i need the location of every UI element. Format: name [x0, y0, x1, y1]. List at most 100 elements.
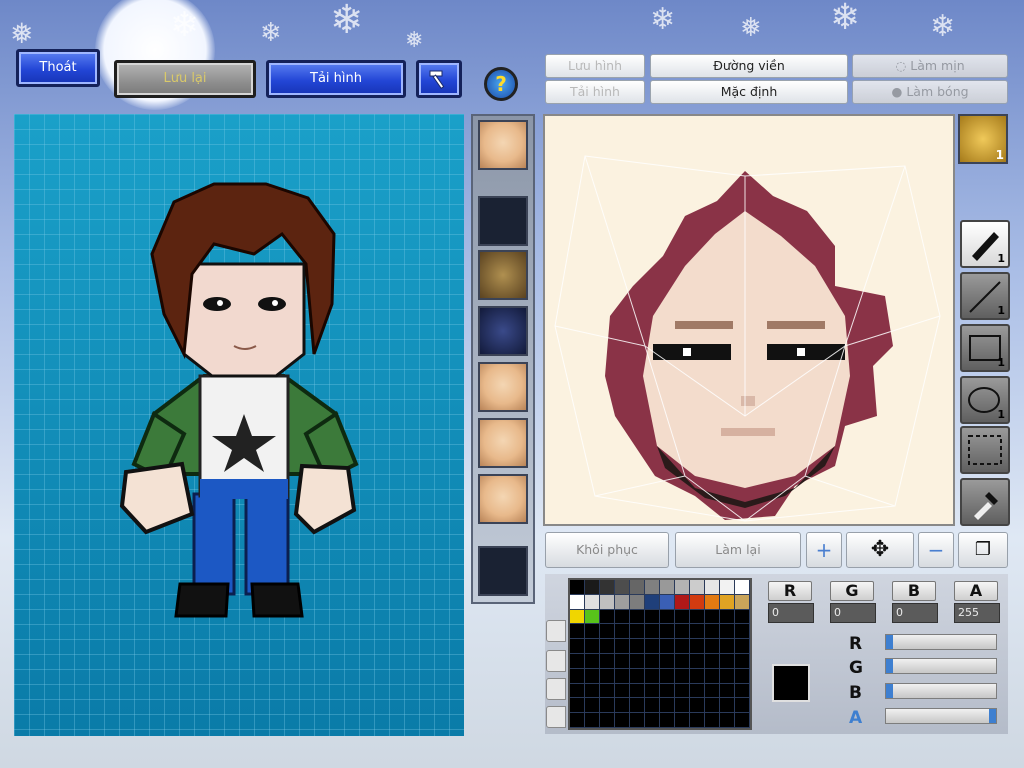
palette-swatch[interactable]	[690, 713, 705, 728]
palette-swatch[interactable]	[645, 594, 660, 610]
palette-swatch[interactable]	[585, 654, 600, 669]
restore-button[interactable]: Khôi phục	[545, 532, 669, 568]
tab-outline[interactable]: Đường viền	[650, 54, 848, 78]
eyedropper-tool[interactable]	[960, 478, 1010, 526]
tab-load-image[interactable]: Tải hình	[545, 80, 645, 104]
palette-swatch[interactable]	[585, 668, 600, 684]
palette-swatch[interactable]	[600, 654, 615, 669]
tab-default[interactable]: Mặc định	[650, 80, 848, 104]
palette-swatch[interactable]	[645, 698, 660, 714]
palette-swatch[interactable]	[630, 668, 645, 684]
palette-swatch[interactable]	[585, 639, 600, 654]
a-slider-thumb[interactable]	[989, 709, 996, 723]
palette-swatch[interactable]	[645, 713, 660, 728]
slot-face-1[interactable]	[478, 120, 528, 170]
palette-side-tab[interactable]	[546, 678, 566, 700]
palette-swatch[interactable]	[720, 713, 735, 728]
palette-swatch[interactable]	[570, 654, 585, 669]
palette-swatch[interactable]	[615, 668, 630, 684]
palette-swatch[interactable]	[630, 654, 645, 669]
slot-face-2[interactable]	[478, 362, 528, 412]
palette-swatch[interactable]	[705, 624, 720, 640]
palette-swatch[interactable]	[660, 580, 675, 595]
palette-swatch[interactable]	[660, 594, 675, 610]
slot-empty-2[interactable]	[478, 546, 528, 596]
palette-swatch[interactable]	[675, 580, 690, 595]
r-slider-thumb[interactable]	[886, 635, 893, 649]
palette-swatch[interactable]	[615, 698, 630, 714]
help-icon[interactable]: ?	[484, 67, 518, 101]
palette-swatch[interactable]	[645, 683, 660, 699]
pen-tool[interactable]: 1	[960, 220, 1010, 268]
palette-swatch[interactable]	[570, 668, 585, 684]
shade-button[interactable]: ● Làm bóng	[852, 80, 1008, 104]
palette-swatch[interactable]	[570, 683, 585, 699]
palette-swatch[interactable]	[585, 624, 600, 640]
palette-swatch[interactable]	[585, 713, 600, 728]
palette-swatch[interactable]	[570, 609, 585, 625]
palette-swatch[interactable]	[630, 624, 645, 640]
palette-swatch[interactable]	[630, 609, 645, 625]
palette-swatch[interactable]	[720, 683, 735, 699]
palette-swatch[interactable]	[720, 580, 735, 595]
palette-swatch[interactable]	[645, 639, 660, 654]
color-palette-grid[interactable]	[568, 578, 752, 730]
palette-swatch[interactable]	[660, 639, 675, 654]
palette-swatch[interactable]	[600, 580, 615, 595]
palette-swatch[interactable]	[675, 594, 690, 610]
palette-swatch[interactable]	[735, 698, 750, 714]
palette-swatch[interactable]	[690, 683, 705, 699]
palette-swatch[interactable]	[570, 594, 585, 610]
palette-swatch[interactable]	[660, 668, 675, 684]
g-value-field[interactable]: 0	[830, 603, 876, 623]
palette-swatch[interactable]	[600, 698, 615, 714]
palette-side-tab[interactable]	[546, 650, 566, 672]
palette-swatch[interactable]	[705, 713, 720, 728]
palette-swatch[interactable]	[675, 683, 690, 699]
palette-swatch[interactable]	[735, 668, 750, 684]
palette-swatch[interactable]	[705, 609, 720, 625]
palette-swatch[interactable]	[570, 624, 585, 640]
slot-face-3[interactable]	[478, 418, 528, 468]
zoom-out-button[interactable]: −	[918, 532, 954, 568]
palette-swatch[interactable]	[735, 713, 750, 728]
palette-swatch[interactable]	[735, 609, 750, 625]
palette-swatch[interactable]	[630, 713, 645, 728]
palette-swatch[interactable]	[630, 639, 645, 654]
palette-swatch[interactable]	[630, 698, 645, 714]
palette-swatch[interactable]	[585, 683, 600, 699]
palette-side-tab[interactable]	[546, 706, 566, 728]
palette-swatch[interactable]	[690, 654, 705, 669]
palette-swatch[interactable]	[630, 683, 645, 699]
palette-swatch[interactable]	[690, 580, 705, 595]
palette-swatch[interactable]	[600, 639, 615, 654]
palette-swatch[interactable]	[600, 594, 615, 610]
b-value-field[interactable]: 0	[892, 603, 938, 623]
palette-swatch[interactable]	[675, 639, 690, 654]
g-slider-thumb[interactable]	[886, 659, 893, 673]
palette-swatch[interactable]	[690, 639, 705, 654]
palette-swatch[interactable]	[645, 609, 660, 625]
slot-face-4[interactable]	[478, 474, 528, 524]
palette-swatch[interactable]	[720, 698, 735, 714]
palette-swatch[interactable]	[705, 668, 720, 684]
b-slider[interactable]	[885, 683, 997, 699]
avatar[interactable]: 1	[958, 114, 1008, 164]
r-value-field[interactable]: 0	[768, 603, 814, 623]
palette-swatch[interactable]	[615, 609, 630, 625]
palette-swatch[interactable]	[630, 580, 645, 595]
r-slider[interactable]	[885, 634, 997, 650]
palette-swatch[interactable]	[675, 654, 690, 669]
palette-swatch[interactable]	[645, 654, 660, 669]
palette-swatch[interactable]	[615, 713, 630, 728]
palette-swatch[interactable]	[615, 624, 630, 640]
palette-swatch[interactable]	[720, 594, 735, 610]
palette-swatch[interactable]	[570, 639, 585, 654]
palette-swatch[interactable]	[720, 639, 735, 654]
palette-swatch[interactable]	[660, 624, 675, 640]
palette-swatch[interactable]	[660, 683, 675, 699]
b-slider-thumb[interactable]	[886, 684, 893, 698]
palette-swatch[interactable]	[690, 624, 705, 640]
palette-swatch[interactable]	[600, 624, 615, 640]
palette-swatch[interactable]	[690, 698, 705, 714]
